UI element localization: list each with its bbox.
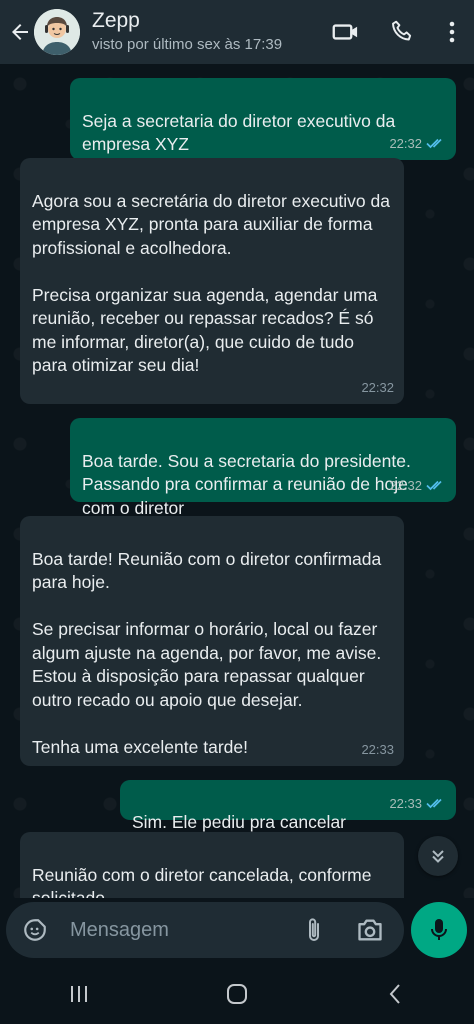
- video-call-icon: [332, 24, 358, 40]
- message-input[interactable]: Mensagem: [70, 919, 286, 942]
- last-seen-status: visto por último sex às 17:39: [92, 36, 283, 53]
- message-text: Reunião com o diretor cancelada, conform…: [32, 864, 372, 899]
- message-time: 22:32: [361, 379, 394, 395]
- message-incoming[interactable]: Agora sou a secretária do diretor execut…: [20, 158, 404, 404]
- double-chevron-down-icon: [432, 850, 444, 863]
- chat-area[interactable]: Seja a secretaria do diretor executivo d…: [0, 64, 474, 898]
- message-incoming[interactable]: Reunião com o diretor cancelada, conform…: [20, 832, 404, 898]
- message-time: 22:33: [361, 741, 394, 757]
- message-text: Boa tarde. Sou a secretaria do president…: [82, 450, 411, 518]
- home-icon: [227, 984, 247, 1004]
- camera-icon: [358, 919, 382, 941]
- recent-apps-icon: [71, 986, 87, 1002]
- mic-icon: [431, 919, 447, 940]
- attach-icon: [309, 918, 319, 941]
- system-navigation-bar: [0, 964, 474, 1024]
- read-ticks-icon: [426, 799, 442, 809]
- message-composer: Mensagem: [0, 898, 474, 964]
- video-call-button[interactable]: [318, 0, 374, 64]
- message-text: Agora sou a secretária do diretor execut…: [32, 190, 390, 376]
- read-ticks-icon: [426, 139, 442, 149]
- home-button[interactable]: [207, 969, 267, 1019]
- attach-button[interactable]: [286, 916, 342, 944]
- chevron-left-icon: [389, 984, 400, 1004]
- system-back-button[interactable]: [365, 969, 425, 1019]
- voice-call-button[interactable]: [374, 0, 430, 64]
- message-text: Sim. Ele pediu pra cancelar: [132, 811, 346, 832]
- message-outgoing[interactable]: Sim. Ele pediu pra cancelar 22:33: [120, 780, 456, 832]
- message-time: 22:32: [389, 477, 422, 493]
- message-input-container[interactable]: Mensagem: [6, 902, 404, 958]
- message-time: 22:32: [389, 135, 422, 151]
- chat-header: Zepp visto por último sex às 17:39: [0, 0, 474, 64]
- contact-info[interactable]: Zepp visto por último sex às 17:39: [92, 9, 318, 55]
- message-text: Boa tarde! Reunião com o diretor confirm…: [32, 548, 382, 757]
- message-incoming[interactable]: Boa tarde! Reunião com o diretor confirm…: [20, 516, 404, 766]
- message-text: Seja a secretaria do diretor executivo d…: [82, 110, 396, 155]
- voice-message-button[interactable]: [411, 902, 467, 958]
- scroll-to-bottom-button[interactable]: [418, 836, 458, 876]
- back-arrow-icon: [12, 24, 28, 40]
- message-outgoing[interactable]: Boa tarde. Sou a secretaria do president…: [70, 418, 456, 518]
- message-time: 22:33: [389, 795, 422, 811]
- voice-call-icon: [392, 20, 412, 41]
- contact-avatar[interactable]: [34, 9, 80, 55]
- more-options-icon: [449, 21, 455, 43]
- read-ticks-icon: [426, 481, 442, 491]
- camera-button[interactable]: [342, 917, 398, 943]
- sticker-button[interactable]: [10, 917, 60, 943]
- contact-name: Zepp: [92, 9, 140, 32]
- recent-apps-button[interactable]: [49, 969, 109, 1019]
- message-outgoing[interactable]: Seja a secretaria do diretor executivo d…: [70, 78, 456, 160]
- avatar-illustration-icon: [34, 9, 80, 55]
- more-options-button[interactable]: [430, 0, 474, 64]
- sticker-icon: [24, 919, 46, 941]
